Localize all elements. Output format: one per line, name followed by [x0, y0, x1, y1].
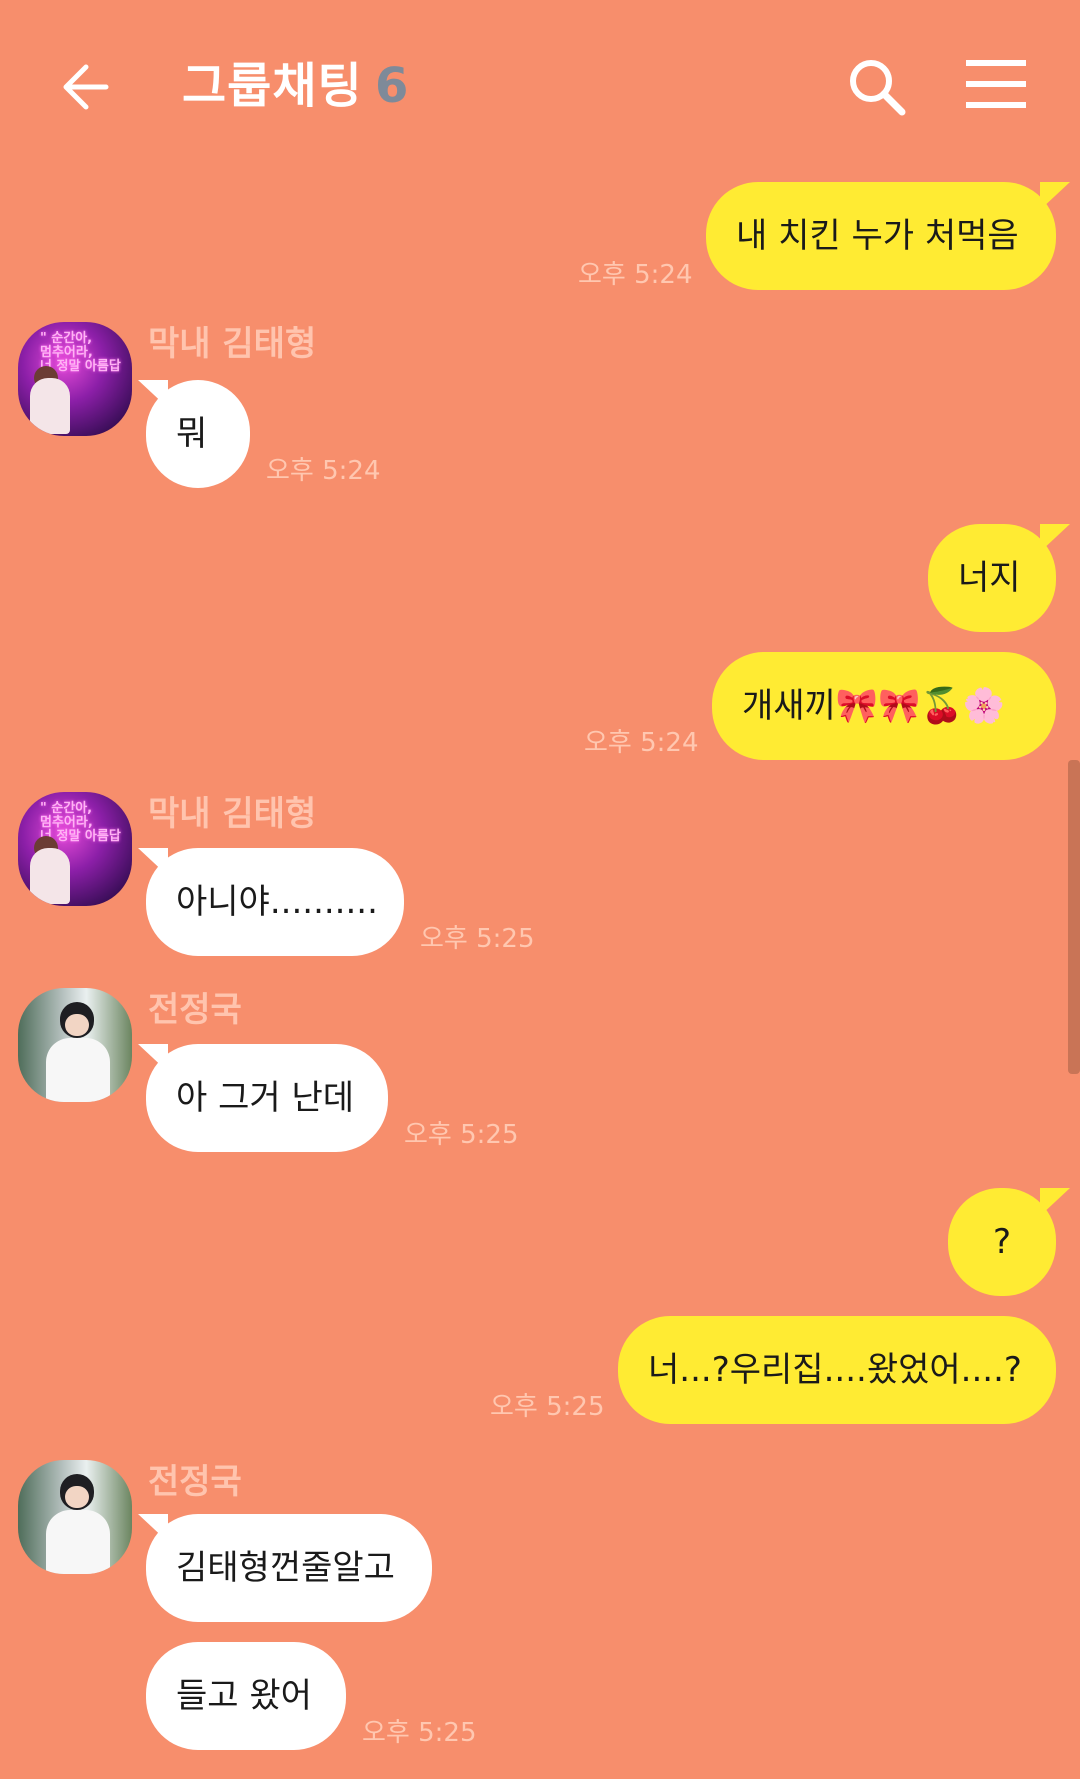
sender-name: 막내 김태형 [148, 794, 317, 834]
avatar[interactable] [18, 1460, 132, 1574]
message-bubble-outgoing[interactable]: 내 치킨 누가 처먹음 [706, 182, 1056, 290]
message-time: 오후 5:25 [420, 924, 535, 954]
message-text: 너...?우리집....왔었어....? [648, 1350, 1022, 1390]
chat-room-title: 그룹채팅 [182, 58, 363, 114]
message-time: 오후 5:24 [266, 456, 381, 486]
bubble-tail [1040, 182, 1070, 210]
message-text: 개새끼🎀🎀🍒🌸 [742, 686, 1006, 726]
scrollbar[interactable] [1068, 760, 1080, 1074]
bubble-tail [138, 1044, 168, 1072]
message-bubble-incoming[interactable]: 아니야.......... [146, 848, 404, 956]
message-text: 김태형껀줄알고 [176, 1548, 395, 1588]
chat-screen: 그룹채팅 6 내 치킨 누가 처먹음 오후 5:24 " 순간아,멈추어라,너 … [0, 0, 1080, 1779]
menu-icon[interactable] [966, 58, 1026, 110]
message-text: 내 치킨 누가 처먹음 [736, 216, 1019, 256]
avatar[interactable]: " 순간아,멈추어라,너 정말 아름답구 [18, 322, 132, 436]
message-bubble-outgoing[interactable]: 너...?우리집....왔었어....? [618, 1316, 1056, 1424]
message-time: 오후 5:25 [362, 1718, 477, 1748]
bubble-tail [1040, 524, 1070, 552]
back-arrow-icon[interactable] [56, 55, 120, 119]
message-bubble-outgoing[interactable]: 너지 [928, 524, 1056, 632]
avatar[interactable] [18, 988, 132, 1102]
message-bubble-incoming[interactable]: 아 그거 난데 [146, 1044, 388, 1152]
message-time: 오후 5:24 [584, 728, 699, 758]
sender-name: 전정국 [148, 990, 242, 1030]
message-time: 오후 5:25 [404, 1120, 519, 1150]
avatar[interactable]: " 순간아,멈추어라,너 정말 아름답구 [18, 792, 132, 906]
message-time: 오후 5:25 [490, 1392, 605, 1422]
message-text: ? [992, 1222, 1012, 1262]
sender-name: 막내 김태형 [148, 324, 317, 364]
bubble-tail [138, 380, 168, 408]
message-bubble-incoming[interactable]: 들고 왔어 [146, 1642, 346, 1750]
message-bubble-outgoing[interactable]: 개새끼🎀🎀🍒🌸 [712, 652, 1056, 760]
message-time: 오후 5:24 [578, 260, 693, 290]
message-text: 너지 [958, 558, 1021, 598]
bubble-tail [1040, 1188, 1070, 1216]
message-text: 들고 왔어 [176, 1676, 312, 1716]
bubble-tail [138, 848, 168, 876]
bubble-tail [138, 1514, 168, 1542]
message-text: 뭐 [176, 414, 208, 454]
message-bubble-incoming[interactable]: 김태형껀줄알고 [146, 1514, 432, 1622]
search-icon[interactable] [846, 56, 908, 118]
sender-name: 전정국 [148, 1462, 242, 1502]
chat-header: 그룹채팅 6 [0, 0, 1080, 170]
member-count: 6 [375, 58, 409, 114]
message-text: 아 그거 난데 [176, 1078, 355, 1118]
message-text: 아니야.......... [176, 882, 378, 922]
